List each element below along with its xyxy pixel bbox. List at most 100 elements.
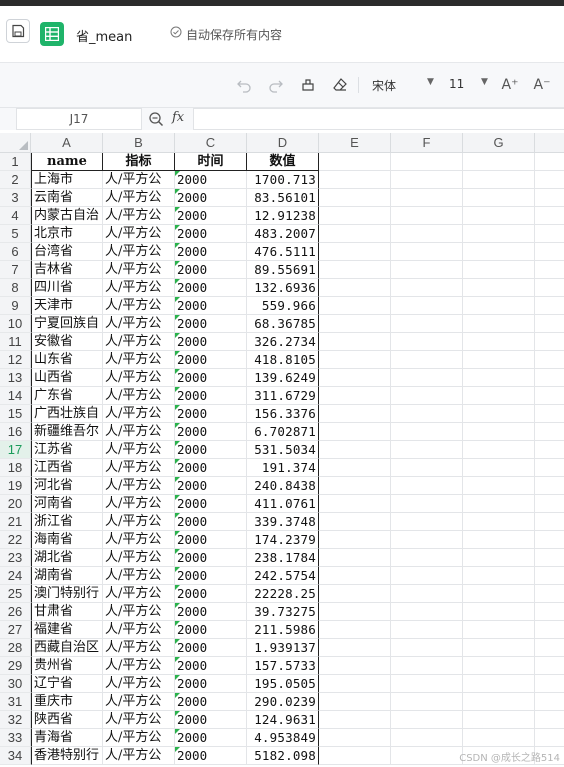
grid-cell[interactable] (391, 279, 463, 297)
cell-year[interactable]: 2000 (175, 279, 247, 297)
grid-cell[interactable] (319, 423, 391, 441)
cell-value[interactable]: 1700.713 (247, 171, 319, 189)
cell-value[interactable]: 83.56101 (247, 189, 319, 207)
cell-name[interactable]: 福建省 (31, 621, 103, 639)
cell-indicator[interactable]: 人/平方公 (103, 423, 175, 441)
row-header[interactable]: 5 (0, 225, 31, 243)
cell-name[interactable]: 吉林省 (31, 261, 103, 279)
grid-cell[interactable] (535, 171, 564, 189)
cell-year[interactable]: 2000 (175, 567, 247, 585)
grid-cell[interactable] (535, 621, 564, 639)
grid-cell[interactable] (319, 189, 391, 207)
grid-cell[interactable] (319, 711, 391, 729)
grid-cell[interactable] (391, 477, 463, 495)
cell-name[interactable]: 上海市 (31, 171, 103, 189)
cell-name[interactable]: 西藏自治区 (31, 639, 103, 657)
cell-name[interactable]: 河北省 (31, 477, 103, 495)
grid-cell[interactable] (463, 441, 535, 459)
grid-cell[interactable] (391, 441, 463, 459)
grid-cell[interactable] (535, 189, 564, 207)
row-header[interactable]: 22 (0, 531, 31, 549)
cell-year[interactable]: 2000 (175, 531, 247, 549)
formula-input[interactable] (193, 108, 564, 130)
grid-cell[interactable] (463, 369, 535, 387)
grid-cell[interactable] (535, 243, 564, 261)
select-all-corner[interactable] (0, 133, 31, 153)
grid-cell[interactable] (391, 603, 463, 621)
cell-name[interactable]: 青海省 (31, 729, 103, 747)
cell-year[interactable]: 2000 (175, 459, 247, 477)
row-header[interactable]: 19 (0, 477, 31, 495)
grid-cell[interactable] (391, 693, 463, 711)
grid-cell[interactable] (391, 729, 463, 747)
row-header[interactable]: 25 (0, 585, 31, 603)
row-header[interactable]: 27 (0, 621, 31, 639)
row-header[interactable]: 8 (0, 279, 31, 297)
grid-cell[interactable] (391, 369, 463, 387)
cell-name[interactable]: 广东省 (31, 387, 103, 405)
decrease-font-icon[interactable]: A⁻ (532, 75, 552, 95)
grid-cell[interactable] (535, 711, 564, 729)
cell-year[interactable]: 2000 (175, 693, 247, 711)
cell-name[interactable]: 山西省 (31, 369, 103, 387)
row-header[interactable]: 21 (0, 513, 31, 531)
row-header[interactable]: 12 (0, 351, 31, 369)
cell-name[interactable]: 宁夏回族自 (31, 315, 103, 333)
grid-cell[interactable] (319, 477, 391, 495)
cell-name[interactable]: 香港特别行 (31, 747, 103, 765)
cell-name[interactable]: 甘肃省 (31, 603, 103, 621)
cell-name[interactable]: 安徽省 (31, 333, 103, 351)
row-header[interactable]: 3 (0, 189, 31, 207)
grid-cell[interactable] (463, 639, 535, 657)
column-header[interactable]: C (175, 133, 247, 153)
cell-year[interactable]: 2000 (175, 369, 247, 387)
grid-cell[interactable] (535, 549, 564, 567)
cell-indicator[interactable]: 人/平方公 (103, 603, 175, 621)
row-header[interactable]: 9 (0, 297, 31, 315)
file-title[interactable]: 省_mean (76, 26, 132, 45)
grid-cell[interactable] (463, 405, 535, 423)
column-header[interactable]: E (319, 133, 391, 153)
cell-year[interactable]: 2000 (175, 729, 247, 747)
grid-cell[interactable] (319, 621, 391, 639)
cell-value[interactable]: 39.73275 (247, 603, 319, 621)
grid-cell[interactable] (391, 189, 463, 207)
cell-indicator[interactable]: 人/平方公 (103, 477, 175, 495)
cell-year[interactable]: 2000 (175, 333, 247, 351)
column-header[interactable]: A (31, 133, 103, 153)
cell-indicator[interactable]: 人/平方公 (103, 297, 175, 315)
cell-indicator[interactable]: 人/平方公 (103, 495, 175, 513)
cell-indicator[interactable]: 人/平方公 (103, 567, 175, 585)
grid-cell[interactable] (535, 477, 564, 495)
cell-indicator[interactable]: 人/平方公 (103, 171, 175, 189)
grid-cell[interactable] (463, 207, 535, 225)
cell-indicator[interactable]: 人/平方公 (103, 207, 175, 225)
cell-indicator[interactable]: 人/平方公 (103, 261, 175, 279)
grid-cell[interactable] (391, 207, 463, 225)
grid-cell[interactable] (535, 693, 564, 711)
grid-cell[interactable] (319, 693, 391, 711)
grid-cell[interactable] (319, 531, 391, 549)
grid-cell[interactable] (463, 333, 535, 351)
grid-cell[interactable] (535, 603, 564, 621)
cell-name[interactable]: 新疆维吾尔 (31, 423, 103, 441)
grid-cell[interactable] (319, 333, 391, 351)
grid-cell[interactable] (319, 369, 391, 387)
grid-cell[interactable] (391, 711, 463, 729)
row-header[interactable]: 28 (0, 639, 31, 657)
cell-name[interactable]: 陕西省 (31, 711, 103, 729)
cell-year[interactable]: 2000 (175, 351, 247, 369)
cell-value[interactable]: 559.966 (247, 297, 319, 315)
grid-cell[interactable] (535, 441, 564, 459)
cell-value[interactable]: 156.3376 (247, 405, 319, 423)
cell-value[interactable]: 1.939137 (247, 639, 319, 657)
grid-cell[interactable] (319, 225, 391, 243)
row-header[interactable]: 15 (0, 405, 31, 423)
cell-value[interactable]: 240.8438 (247, 477, 319, 495)
grid-cell[interactable] (463, 603, 535, 621)
grid-cell[interactable] (463, 153, 535, 171)
cell-value[interactable]: 4.953849 (247, 729, 319, 747)
grid-cell[interactable] (391, 531, 463, 549)
grid-cell[interactable] (535, 423, 564, 441)
grid-cell[interactable] (319, 585, 391, 603)
